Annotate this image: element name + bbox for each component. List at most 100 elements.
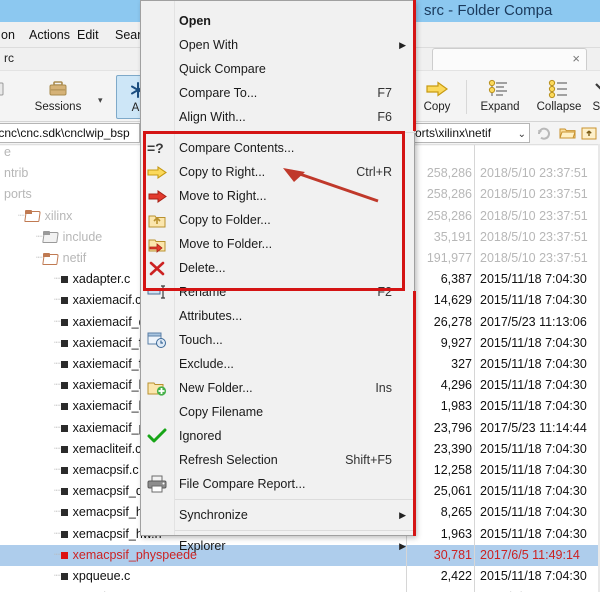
- file-name-label: xemacliteif.c: [72, 441, 142, 456]
- context-menu-item-exclude[interactable]: Exclude...: [141, 352, 416, 376]
- toolbar-button-label: Sele: [592, 101, 600, 113]
- context-menu-item-file-compare-report[interactable]: File Compare Report...: [141, 472, 416, 496]
- printer-icon: [146, 474, 168, 494]
- file-name-label: ntrib: [4, 166, 29, 181]
- toolbar-button-label: Expand: [480, 101, 520, 113]
- context-menu-item-compare-to[interactable]: Compare To... F7: [141, 81, 416, 105]
- menu-item-edit[interactable]: Edit: [70, 25, 106, 45]
- context-menu-item-rename[interactable]: Rename F2: [141, 280, 416, 304]
- green-check-icon: [146, 426, 168, 446]
- context-menu-item-copy-filename[interactable]: Copy Filename: [141, 400, 416, 424]
- file-modified-cell: 2015/11/18 7:04:30: [480, 484, 587, 499]
- table-row[interactable]: ┈ xpqueue.c 2,422 2015/11/18 7:04:30: [0, 566, 600, 587]
- tree-guide-icon: ┈: [36, 252, 43, 264]
- file-name-label: ports: [4, 187, 32, 202]
- tree-guide-icon: ┈: [54, 506, 61, 519]
- table-row[interactable]: ┈ xtopology_g.c 214 2018/5/8 17:23:24: [0, 587, 600, 592]
- context-menu-item-shortcut: F7: [377, 86, 392, 100]
- touch-clock-icon: [146, 330, 168, 350]
- file-modified-cell: 2017/5/23 11:14:44: [480, 420, 587, 435]
- context-menu-item-synchronize[interactable]: Synchronize ▶: [141, 503, 416, 527]
- file-name-label: xtopology_g.c: [73, 587, 150, 592]
- context-menu-item-label: Rename: [179, 285, 227, 299]
- file-modified-cell: 2015/11/18 7:04:30: [480, 335, 587, 350]
- folder-icon: [41, 252, 59, 265]
- file-modified-cell: 2018/5/10 23:37:51: [480, 187, 588, 202]
- file-name-cell[interactable]: ┈ xpqueue.c: [54, 566, 380, 587]
- context-menu-item-move-to-folder[interactable]: Move to Folder...: [141, 232, 416, 256]
- toolbar-dropdown-caret[interactable]: ▾: [98, 95, 103, 106]
- tree-guide-icon: ┈: [54, 587, 61, 592]
- context-menu-item-copy-to-folder[interactable]: Copy to Folder...: [141, 208, 416, 232]
- context-menu-item-explorer[interactable]: Explorer ▶: [141, 534, 416, 558]
- tree-guide-icon: ┈: [36, 230, 43, 243]
- context-menu-item-ignored[interactable]: Ignored: [141, 424, 416, 448]
- file-modified-cell: 2015/11/18 7:04:30: [480, 399, 587, 414]
- chevron-down-icon[interactable]: ⌄: [518, 126, 526, 142]
- tree-guide-icon: ┈: [18, 209, 25, 222]
- file-bullet-icon: [60, 573, 68, 580]
- context-menu-item-label: Align With...: [179, 110, 246, 124]
- tree-guide-icon: ┈: [54, 485, 61, 498]
- context-menu-item-label: Copy Filename: [179, 405, 264, 419]
- file-bullet-icon: [60, 403, 68, 411]
- file-modified-cell: 2018/5/10 23:37:51: [480, 229, 588, 244]
- context-menu-item-new-folder[interactable]: New Folder... Ins: [141, 376, 416, 400]
- menu-item-on[interactable]: on: [0, 25, 22, 45]
- context-menu-item-shortcut: Shift+F5: [345, 453, 392, 467]
- right-path-field[interactable]: orts\xilinx\netif ⌄: [412, 123, 530, 143]
- file-name-label: xilinx: [44, 208, 73, 223]
- tree-guide-icon: ┈: [54, 358, 61, 370]
- file-modified-cell: 2015/11/18 7:04:30: [480, 293, 587, 308]
- file-bullet-icon: [60, 488, 68, 496]
- context-menu-item-label: Copy to Folder...: [179, 213, 271, 227]
- file-modified-cell: 2017/5/23 11:13:06: [480, 314, 587, 329]
- refresh-icon[interactable]: [533, 123, 555, 143]
- file-name-label: netif: [62, 251, 87, 265]
- context-menu-item-delete[interactable]: Delete...: [141, 256, 416, 280]
- folder-icon: [23, 210, 41, 223]
- file-name-label: xaxiemacif.c: [72, 293, 142, 308]
- file-name-label: e: [4, 146, 11, 159]
- context-menu-item-open[interactable]: Open: [141, 9, 416, 33]
- context-menu-item-touch[interactable]: Touch...: [141, 328, 416, 352]
- context-menu-item-open-with[interactable]: Open With ▶: [141, 33, 416, 57]
- file-bullet-icon: [60, 382, 68, 390]
- open-folder-icon[interactable]: [556, 123, 578, 143]
- toolbar-button-preceding[interactable]: e: [0, 75, 20, 119]
- tab-src-left[interactable]: rc: [0, 48, 22, 70]
- toolbar-button-sessions[interactable]: Sessions: [20, 75, 96, 119]
- tree-guide-icon: ┈: [54, 400, 61, 413]
- file-name-cell[interactable]: ┈ xtopology_g.c: [54, 587, 380, 592]
- up-folder-icon[interactable]: [578, 123, 600, 143]
- context-menu-item-quick-compare[interactable]: Quick Compare: [141, 57, 416, 81]
- context-menu-item-label: Move to Folder...: [179, 237, 273, 251]
- context-menu-item-attributes[interactable]: Attributes...: [141, 304, 416, 328]
- toolbar-button-collapse[interactable]: Collapse: [528, 75, 590, 119]
- menu-item-actions[interactable]: Actions: [22, 25, 77, 45]
- red-x-icon: [146, 258, 168, 278]
- file-bullet-icon: [60, 530, 68, 538]
- tree-guide-icon: ┈: [54, 570, 61, 582]
- context-menu-item-shortcut: F2: [377, 285, 392, 299]
- toolbar-button-label: Collapse: [536, 101, 582, 113]
- toolbar-button-expand[interactable]: Expand: [471, 75, 529, 119]
- file-modified-cell: 2015/11/18 7:04:30: [480, 505, 587, 520]
- context-menu-item-label: Open: [179, 14, 211, 28]
- file-modified-cell: 2018/5/10 23:37:51: [480, 166, 588, 181]
- context-menu-item-compare-contents[interactable]: =? Compare Contents...: [141, 136, 416, 160]
- context-menu-item-align-with[interactable]: Align With... F6: [141, 105, 416, 129]
- tree-guide-icon: ┈: [54, 294, 61, 307]
- left-path-field[interactable]: \cnc\cnc.sdk\cnclwip_bsp: [0, 123, 140, 143]
- context-menu-item-refresh-selection[interactable]: Refresh Selection Shift+F5: [141, 448, 416, 472]
- context-menu-item-label: Attributes...: [179, 309, 243, 323]
- file-bullet-icon: [60, 318, 68, 326]
- close-icon[interactable]: ×: [572, 51, 580, 66]
- context-menu-separator: [175, 132, 416, 133]
- tab-compare-session[interactable]: ×: [432, 48, 587, 70]
- equals-question-icon: =?: [146, 138, 168, 158]
- toolbar-button-select[interactable]: Sele: [584, 75, 600, 119]
- toolbar-button-copy[interactable]: Copy: [412, 75, 462, 119]
- file-name-label: xemacpsif.c: [72, 463, 139, 477]
- context-menu-separator: [175, 499, 416, 500]
